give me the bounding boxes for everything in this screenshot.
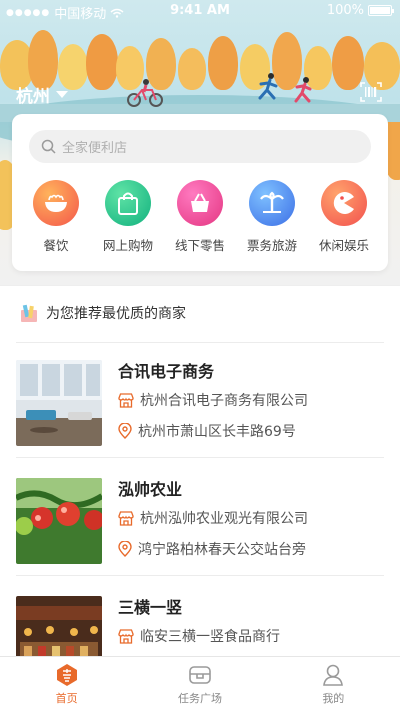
city-label: 杭州 [16, 87, 50, 107]
merchant-address-row: 鸿宁路柏林春天公交站台旁 [118, 539, 306, 559]
merchant-name: 合讯电子商务 [118, 362, 215, 381]
merchant-name: 泓帅农业 [118, 480, 183, 499]
battery-percent: 100% [326, 3, 364, 18]
location-pin-icon [118, 541, 132, 557]
category-online-shopping[interactable]: 网上购物 [93, 180, 163, 254]
tree-decoration [86, 34, 118, 90]
caret-down-icon [56, 91, 68, 98]
status-bar: ●●●●● 中国移动 9:41 AM 100% [0, 0, 400, 22]
merchant-item[interactable]: 合讯电子商务 杭州合讯电子商务有限公司 杭州市萧山区长丰路69号 [16, 342, 384, 458]
bottom-tab-bar: 首页 任务广场 我的 [0, 656, 400, 710]
category-label: 票务旅游 [246, 238, 297, 253]
merchant-name: 三横一竖 [118, 598, 183, 617]
merchant-address: 杭州市萧山区长丰路69号 [138, 424, 296, 440]
recommend-heading-text: 为您推荐最优质的商家 [46, 306, 186, 322]
pacman-icon [321, 180, 367, 226]
search-icon [41, 139, 56, 154]
merchant-address-row: 杭州市萧山区长丰路69号 [118, 421, 296, 441]
merchant-company: 临安三横一竖食品商行 [140, 629, 280, 645]
category-label: 线下零售 [174, 238, 225, 253]
merchant-company: 杭州泓帅农业观光有限公司 [140, 511, 308, 527]
basket-icon [177, 180, 223, 226]
category-label: 网上购物 [102, 238, 153, 253]
category-tickets-travel[interactable]: 票务旅游 [237, 180, 307, 254]
category-label: 餐饮 [43, 238, 69, 253]
runner-illustration [294, 77, 312, 103]
merchant-thumbnail [16, 478, 102, 564]
merchant-item[interactable]: 泓帅农业 杭州泓帅农业观光有限公司 鸿宁路柏林春天公交站台旁 [16, 460, 384, 576]
bowl-icon [33, 180, 79, 226]
merchant-address: 鸿宁路柏林春天公交站台旁 [138, 542, 306, 558]
task-icon [189, 666, 211, 684]
store-icon [118, 510, 134, 526]
search-placeholder: 全家便利店 [62, 141, 128, 156]
location-pin-icon [118, 423, 132, 439]
category-grid: 餐饮 网上购物 线下零售 票务旅游 休闲娱乐 [12, 180, 388, 254]
city-selector[interactable]: 杭州 [16, 82, 68, 107]
store-icon [118, 628, 134, 644]
shopping-bag-icon [105, 180, 151, 226]
category-card: 全家便利店 餐饮 网上购物 线下零售 票务旅游 休闲娱乐 [12, 114, 388, 271]
cyclist-illustration [127, 79, 163, 107]
shop-books-icon [21, 304, 37, 322]
home-icon [56, 664, 77, 686]
divider [16, 457, 384, 458]
tab-label: 首页 [55, 692, 78, 705]
divider [16, 575, 384, 576]
tab-home[interactable]: 首页 [0, 657, 133, 710]
tree-decoration [178, 48, 206, 90]
category-label: 休闲娱乐 [318, 238, 369, 253]
scan-barcode-icon[interactable] [360, 82, 382, 102]
profile-icon [323, 664, 344, 686]
category-leisure-entertainment[interactable]: 休闲娱乐 [309, 180, 379, 254]
tab-label: 任务广场 [177, 692, 222, 705]
merchant-company-row: 杭州泓帅农业观光有限公司 [118, 508, 308, 528]
category-dining[interactable]: 餐饮 [21, 180, 91, 254]
merchant-company-row: 临安三横一竖食品商行 [118, 626, 280, 646]
tree-decoration [28, 30, 58, 90]
battery-icon [368, 5, 394, 16]
store-icon [118, 392, 134, 408]
section-separator [0, 285, 400, 286]
tab-profile[interactable]: 我的 [267, 657, 400, 710]
tab-task-square[interactable]: 任务广场 [133, 657, 266, 710]
category-offline-retail[interactable]: 线下零售 [165, 180, 235, 254]
runner-illustration [258, 73, 278, 100]
recommend-heading: 为您推荐最优质的商家 [18, 302, 186, 324]
search-input[interactable]: 全家便利店 [29, 130, 371, 163]
tab-label: 我的 [322, 692, 345, 705]
merchant-company-row: 杭州合讯电子商务有限公司 [118, 390, 308, 410]
palm-tree-icon [249, 180, 295, 226]
tree-decoration [208, 36, 238, 90]
merchant-thumbnail [16, 360, 102, 446]
merchant-company: 杭州合讯电子商务有限公司 [140, 393, 308, 409]
